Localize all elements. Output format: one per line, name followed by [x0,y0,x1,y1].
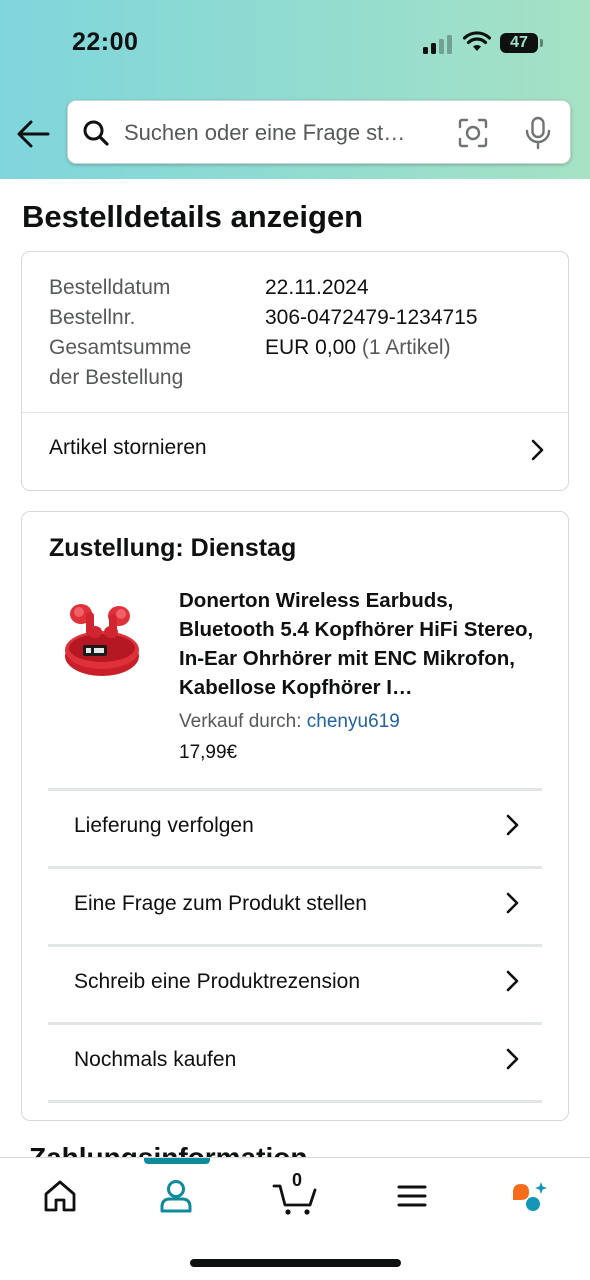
order-total-value: EUR 0,00 (1 Artikel) [265,333,451,363]
seller-link[interactable]: chenyu619 [307,711,400,732]
cancel-items-label: Artikel stornieren [49,436,207,459]
account-icon[interactable] [156,1176,196,1216]
buy-again-label: Nochmals kaufen [74,1048,237,1071]
rufus-ai-icon[interactable] [509,1176,549,1216]
delivery-title: Zustellung: Dienstag [49,534,297,562]
battery-indicator: 47 [500,33,543,53]
order-item-count: (1 Artikel) [361,336,451,359]
order-total-label-line2: der Bestellung [49,366,184,389]
write-review-button[interactable]: Schreib eine Produktrezension [48,947,542,1022]
order-date-value: 22.11.2024 [265,276,369,299]
cart-count-badge: 0 [292,1170,303,1190]
search-input[interactable]: Suchen oder eine Frage st… [67,100,571,164]
search-placeholder: Suchen oder eine Frage st… [124,120,406,145]
status-bar: 22:00 47 [0,0,590,90]
payment-info-heading: Zahlungsinformation [29,1142,308,1158]
order-total-label: Gesamtsumme [49,336,192,359]
shipment-card: Zustellung: Dienstag Donerton Wireless E… [21,511,569,1121]
ask-product-question-label: Eine Frage zum Produkt stellen [74,892,367,915]
page-title: Bestelldetails anzeigen [22,199,364,234]
order-total-row: Gesamtsumme der Bestellung EUR 0,00 (1 A… [49,333,549,393]
wifi-icon [463,31,491,51]
track-delivery-button[interactable]: Lieferung verfolgen [48,791,542,866]
home-icon[interactable] [40,1176,80,1216]
product-image[interactable] [59,590,145,682]
order-total-amount: EUR 0,00 [265,336,357,359]
divider [48,1100,542,1103]
active-tab-indicator [144,1158,210,1164]
microphone-icon[interactable] [524,116,552,150]
product-title-link[interactable]: Donerton Wireless Earbuds, Bluetooth 5.4… [179,586,549,702]
camera-search-icon[interactable] [457,117,489,149]
chevron-right-icon [506,970,519,992]
menu-icon[interactable] [392,1176,432,1216]
header: 22:00 47 Suchen oder eine Frage st… [0,0,590,179]
product-price: 17,99€ [179,742,238,763]
cancel-items-link[interactable]: Artikel stornieren [22,413,568,490]
seller-prefix: Verkauf durch: [179,711,307,732]
order-number-label: Bestellnr. [49,306,136,329]
status-time: 22:00 [72,28,139,56]
chevron-right-icon [506,814,519,836]
order-number-value: 306-0472479-1234715 [265,306,478,329]
back-arrow-icon[interactable] [14,115,52,153]
order-number-row: Bestellnr. 306-0472479-1234715 [49,303,549,333]
track-delivery-label: Lieferung verfolgen [74,814,254,837]
write-review-label: Schreib eine Produktrezension [74,970,361,993]
order-date-row: Bestelldatum 22.11.2024 [49,273,549,303]
cellular-signal-icon [423,34,453,54]
home-indicator [190,1259,401,1267]
order-summary-card: Bestelldatum 22.11.2024 Bestellnr. 306-0… [21,251,569,491]
ask-product-question-button[interactable]: Eine Frage zum Produkt stellen [48,869,542,944]
order-date-label: Bestelldatum [49,276,171,299]
buy-again-button[interactable]: Nochmals kaufen [48,1025,542,1100]
seller-info: Verkauf durch: chenyu619 [179,711,400,733]
search-icon [83,120,109,146]
chevron-right-icon [531,439,544,461]
chevron-right-icon [506,892,519,914]
chevron-right-icon [506,1048,519,1070]
